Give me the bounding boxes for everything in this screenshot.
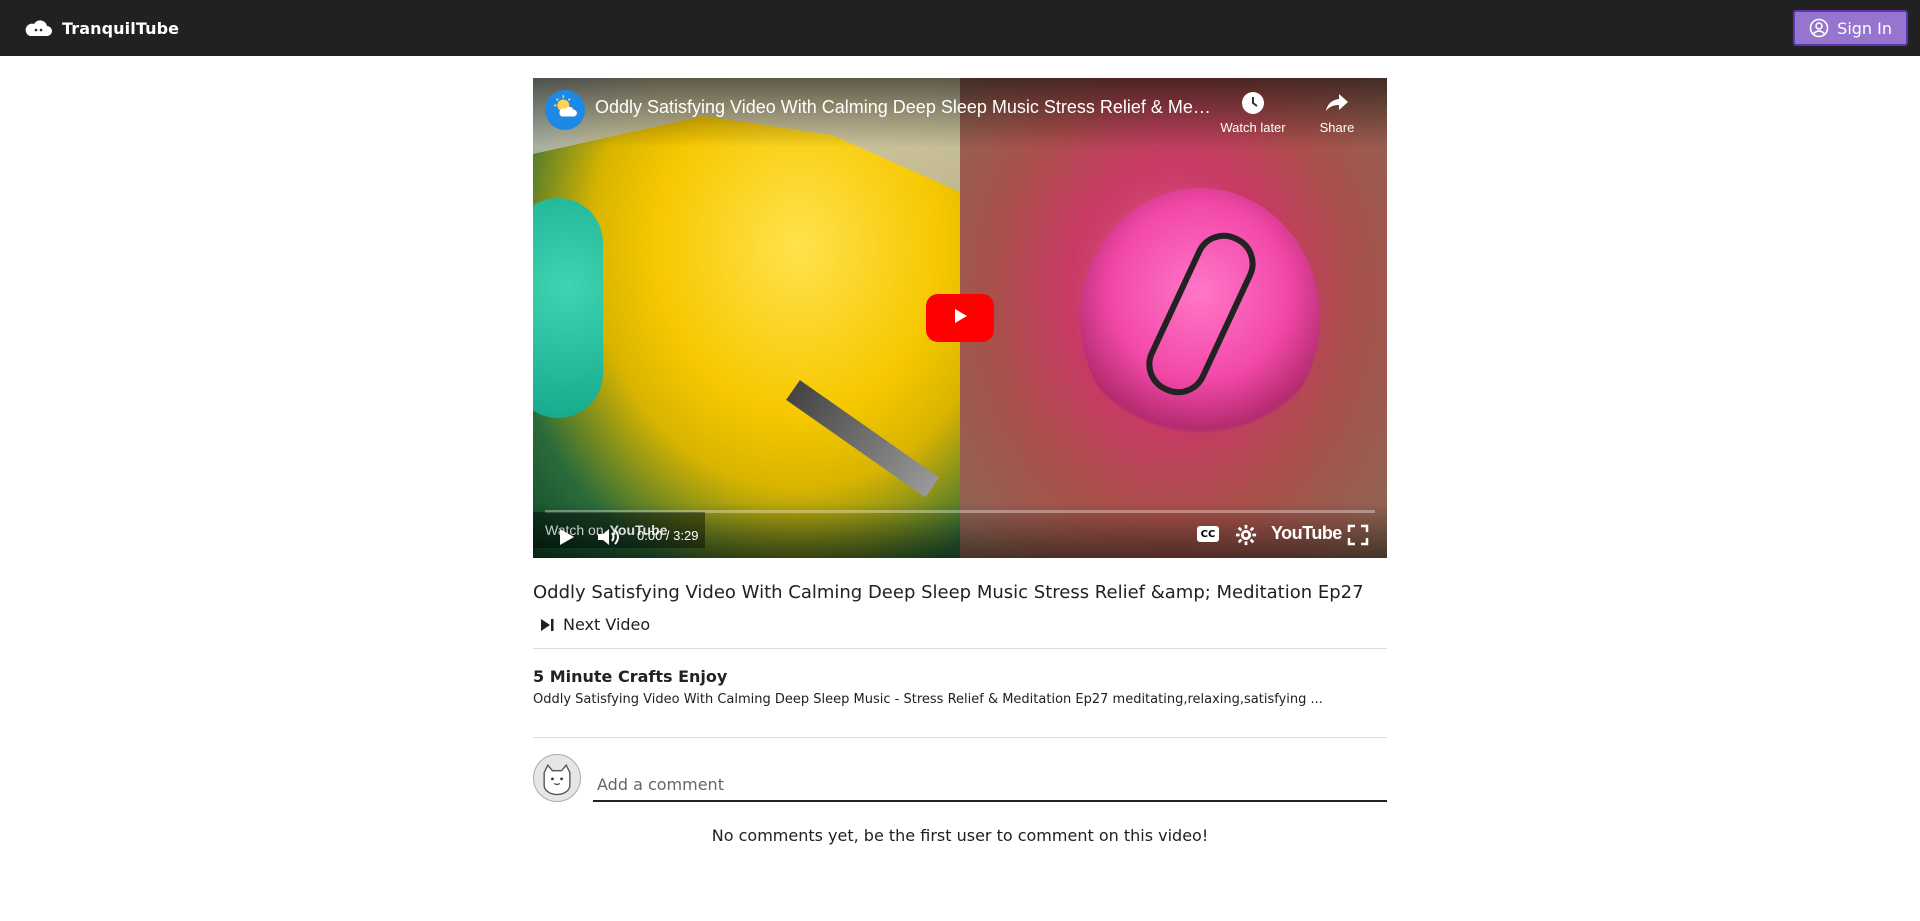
watch-later-label: Watch later — [1220, 120, 1286, 135]
cat-avatar-icon — [533, 754, 581, 802]
video-player[interactable]: Oddly Satisfying Video With Calming Deep… — [533, 78, 1387, 558]
fullscreen-icon[interactable] — [1347, 524, 1369, 546]
clock-icon — [1240, 90, 1266, 116]
volume-icon[interactable] — [595, 524, 621, 550]
video-title: Oddly Satisfying Video With Calming Deep… — [533, 582, 1364, 603]
channel-avatar[interactable] — [545, 90, 585, 130]
gear-icon[interactable] — [1235, 524, 1257, 546]
play-icon — [950, 306, 970, 330]
next-video-button[interactable]: Next Video — [533, 615, 693, 634]
video-frame-right — [960, 78, 1387, 558]
youtube-logo-button[interactable]: YouTube — [1271, 523, 1342, 544]
channel-name: 5 Minute Crafts Enjoy — [533, 667, 728, 686]
no-comments-message: No comments yet, be the first user to co… — [711, 826, 1209, 845]
play-button[interactable] — [926, 294, 994, 342]
next-video-label: Next Video — [563, 615, 651, 634]
brand-name: TranquilTube — [62, 18, 180, 38]
divider — [533, 648, 1387, 649]
share-button[interactable]: Share — [1309, 90, 1365, 135]
video-description: Oddly Satisfying Video With Calming Deep… — [533, 692, 1323, 707]
sign-in-label: Sign In — [1837, 18, 1892, 38]
share-label: Share — [1319, 120, 1355, 135]
captions-button[interactable]: CC — [1197, 526, 1219, 542]
main-content: Oddly Satisfying Video With Calming Deep… — [533, 78, 1387, 845]
video-frame-left — [533, 78, 960, 558]
play-pause-button[interactable] — [555, 526, 577, 548]
share-arrow-icon — [1324, 90, 1350, 116]
skip-next-icon — [539, 617, 555, 633]
watch-later-button[interactable]: Watch later — [1213, 90, 1293, 135]
comment-input[interactable] — [593, 769, 1387, 802]
sun-cloud-icon — [548, 91, 582, 129]
top-bar: TranquilTube Sign In — [0, 0, 1920, 56]
divider — [533, 737, 1387, 738]
user-circle-icon — [1809, 18, 1829, 38]
brand-logo[interactable]: TranquilTube — [22, 16, 179, 40]
player-video-title[interactable]: Oddly Satisfying Video With Calming Deep… — [595, 97, 1215, 118]
cloud-icon — [22, 16, 54, 40]
comment-composer — [533, 754, 1387, 802]
player-controls: Watch on YouTube 0:00 / 3:29 CC YouTube — [533, 502, 1387, 558]
sign-in-button[interactable]: Sign In — [1793, 10, 1908, 46]
time-display: 0:00 / 3:29 — [637, 528, 699, 543]
